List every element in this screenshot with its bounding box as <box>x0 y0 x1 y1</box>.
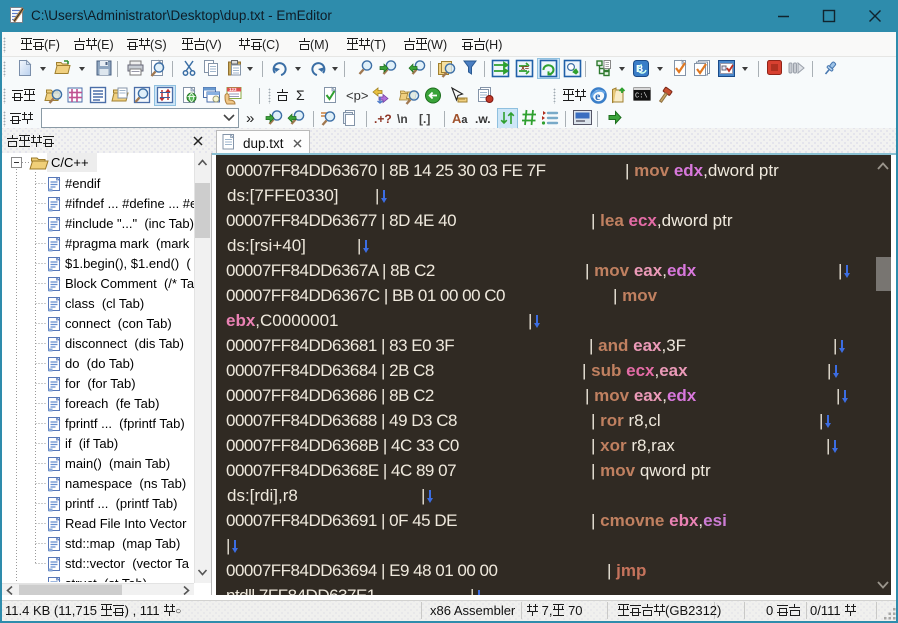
svg-text:e: e <box>595 89 601 103</box>
svg-text:123: 123 <box>229 87 237 92</box>
svg-text:x=: x= <box>521 65 529 72</box>
svg-text:C:\: C:\ <box>635 93 648 101</box>
